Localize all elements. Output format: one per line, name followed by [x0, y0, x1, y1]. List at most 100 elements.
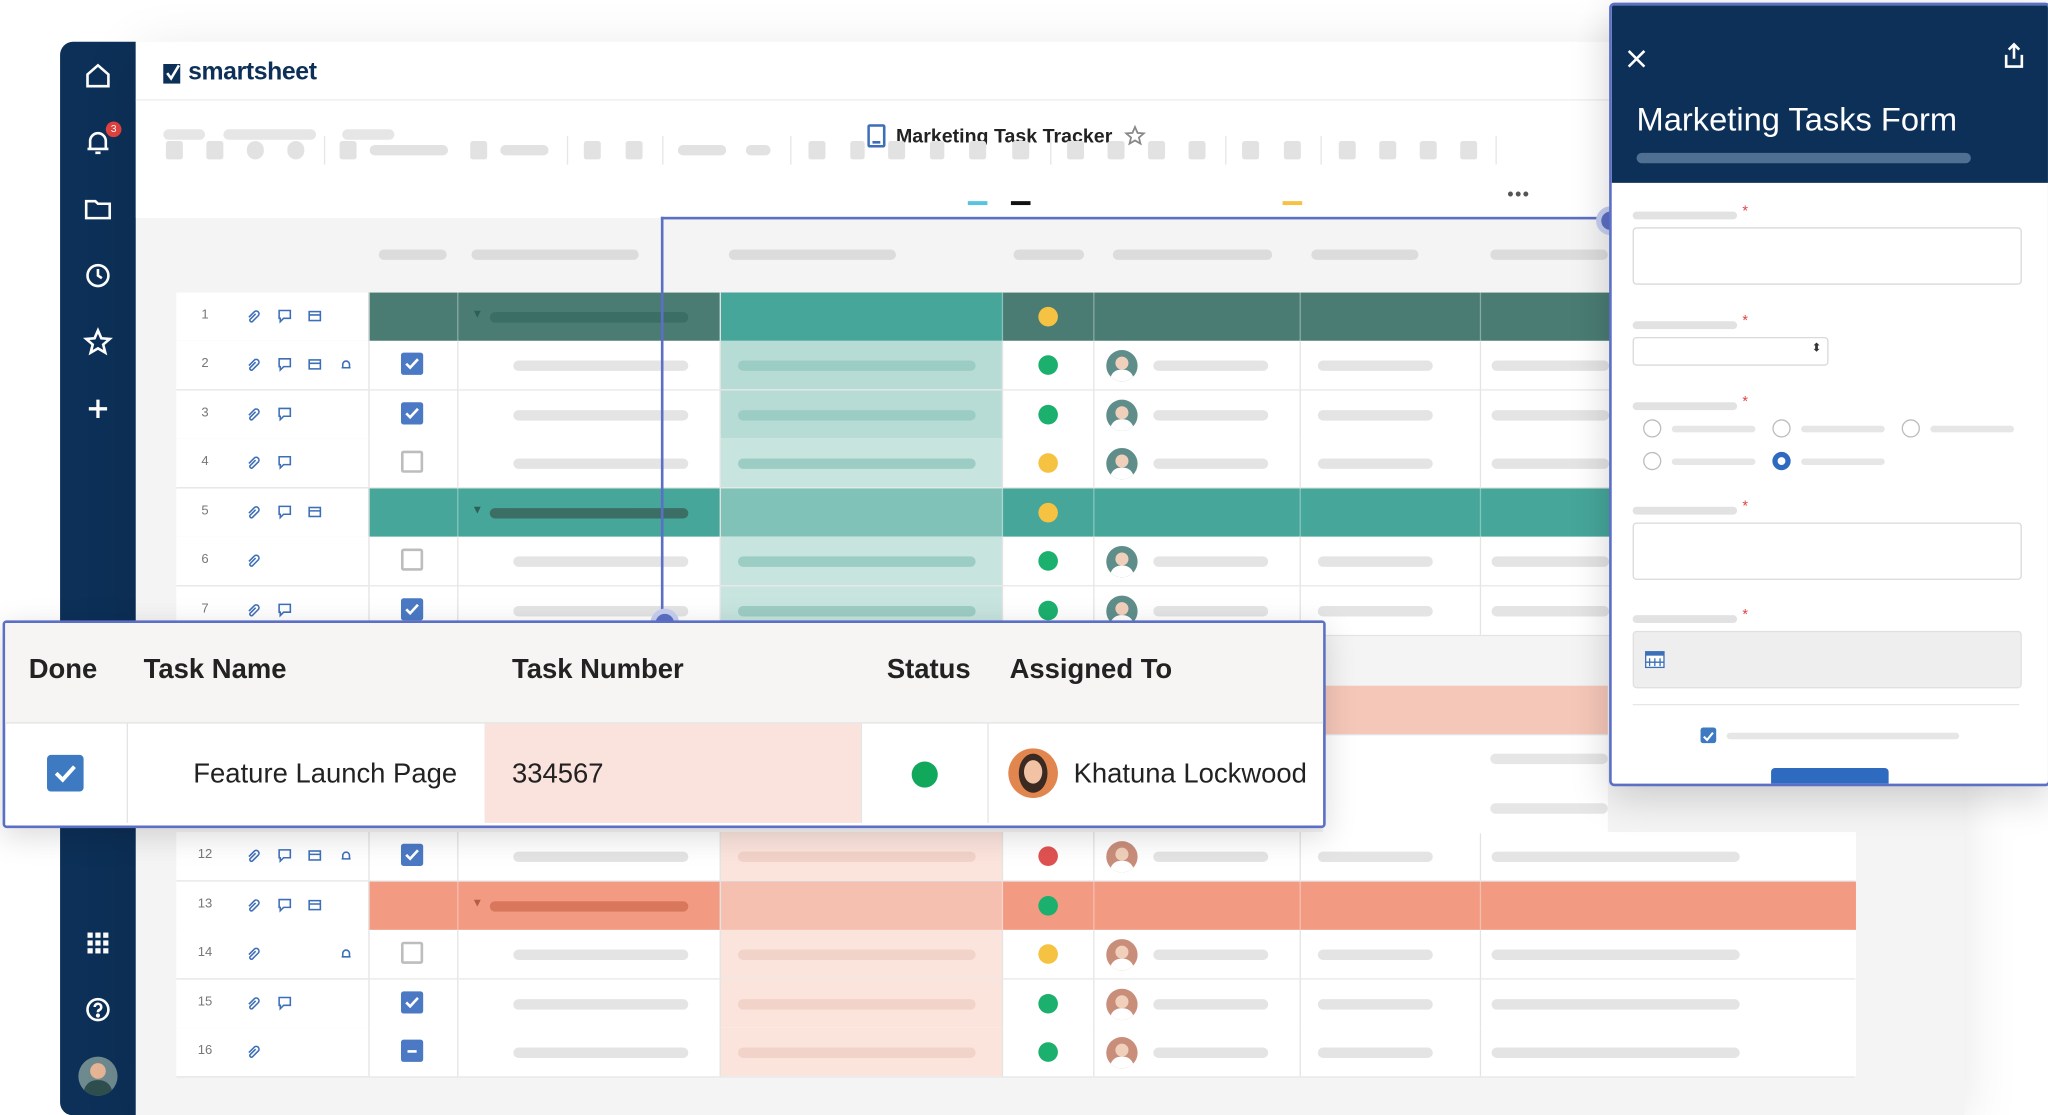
status-yellow-dot[interactable]	[1038, 502, 1058, 523]
proof-icon[interactable]	[306, 504, 324, 520]
task-number-placeholder[interactable]	[737, 1047, 976, 1058]
toolbar-button[interactable]	[808, 141, 826, 160]
table-row[interactable]: 4	[176, 438, 1855, 489]
task-number-placeholder[interactable]	[737, 360, 976, 371]
row-number[interactable]: 5	[189, 504, 220, 518]
task-number-cell[interactable]	[719, 488, 1004, 537]
toolbar-button[interactable]	[206, 141, 224, 160]
comment-icon[interactable]	[276, 504, 294, 520]
text-field[interactable]	[1632, 227, 2022, 285]
toolbar-button[interactable]	[1188, 141, 1206, 160]
radio-option[interactable]	[1901, 419, 1920, 438]
comment-icon[interactable]	[276, 406, 294, 422]
toolbar-button[interactable]	[287, 141, 305, 160]
star-icon[interactable]	[82, 327, 113, 358]
task-name-placeholder[interactable]	[513, 851, 689, 863]
attach-icon[interactable]	[244, 406, 262, 422]
done-checkbox[interactable]	[400, 991, 424, 1014]
attach-icon[interactable]	[244, 897, 262, 913]
row-number[interactable]: 15	[189, 995, 220, 1009]
row-number[interactable]: 6	[189, 552, 220, 566]
task-number-placeholder[interactable]	[737, 999, 976, 1010]
done-checkbox[interactable]	[400, 598, 424, 621]
task-name-placeholder[interactable]	[513, 999, 689, 1010]
status-green-dot[interactable]	[1038, 600, 1058, 621]
proof-icon[interactable]	[306, 848, 324, 864]
radio-option[interactable]	[1643, 419, 1662, 438]
task-name-placeholder[interactable]	[489, 901, 689, 912]
status-green-dot[interactable]	[911, 761, 938, 788]
reminder-icon[interactable]	[337, 946, 355, 962]
task-number-value[interactable]: 334567	[512, 759, 604, 790]
task-name-placeholder[interactable]	[489, 508, 689, 519]
attach-icon[interactable]	[244, 357, 262, 373]
table-row[interactable]: 6	[176, 536, 1855, 587]
done-checkbox[interactable]	[400, 548, 424, 571]
row-number[interactable]: 14	[189, 946, 220, 960]
table-row[interactable]: 5 ▼	[176, 488, 1855, 539]
date-field[interactable]	[1632, 630, 2022, 689]
attach-icon[interactable]	[244, 1044, 262, 1060]
status-yellow-dot[interactable]	[1038, 306, 1058, 327]
toolbar-dropdown[interactable]	[677, 144, 727, 156]
radio-option[interactable]	[1772, 419, 1791, 438]
attach-icon[interactable]	[244, 848, 262, 864]
collapse-arrow-icon[interactable]: ▼	[472, 307, 484, 320]
fill-color-button[interactable]	[1012, 141, 1030, 160]
task-number-placeholder[interactable]	[737, 606, 976, 617]
calendar-icon[interactable]	[1644, 650, 1665, 669]
toolbar-button[interactable]	[1107, 141, 1125, 160]
row-number[interactable]: 12	[189, 848, 220, 862]
status-green-dot[interactable]	[1038, 404, 1058, 425]
done-checkbox[interactable]	[400, 941, 424, 964]
collapse-arrow-icon[interactable]: ▼	[472, 896, 484, 909]
toolbar-button[interactable]	[625, 141, 643, 160]
attach-icon[interactable]	[244, 455, 262, 471]
toolbar-button[interactable]	[1338, 141, 1356, 160]
home-icon[interactable]	[82, 60, 113, 91]
comment-icon[interactable]	[276, 897, 294, 913]
toolbar-button[interactable]	[1067, 141, 1085, 160]
text-field[interactable]	[1632, 522, 2022, 580]
table-row[interactable]: 1 ▼	[176, 292, 1855, 343]
done-checkbox[interactable]	[400, 450, 424, 473]
done-checkbox[interactable]	[400, 1039, 424, 1062]
row-number[interactable]: 16	[189, 1044, 220, 1058]
favorite-star-icon[interactable]	[1123, 124, 1147, 148]
attach-icon[interactable]	[244, 308, 262, 324]
more-options-icon[interactable]: •••	[1507, 184, 1530, 202]
toolbar-button[interactable]	[339, 141, 357, 160]
row-number[interactable]: 13	[189, 897, 220, 911]
comment-icon[interactable]	[276, 995, 294, 1011]
submit-button[interactable]	[1771, 767, 1889, 784]
status-yellow-dot[interactable]	[1038, 944, 1058, 964]
user-avatar[interactable]	[78, 1056, 118, 1096]
attach-icon[interactable]	[244, 946, 262, 962]
breadcrumb-placeholder[interactable]	[163, 129, 206, 140]
comment-icon[interactable]	[276, 357, 294, 373]
attach-icon[interactable]	[244, 602, 262, 618]
done-checkbox[interactable]	[47, 754, 84, 792]
apps-grid-icon[interactable]	[82, 927, 113, 958]
clock-icon[interactable]	[82, 260, 113, 291]
radio-option[interactable]	[1643, 451, 1662, 471]
toolbar-button[interactable]	[1419, 141, 1437, 160]
toolbar-dropdown[interactable]	[369, 144, 448, 156]
toolbar-button[interactable]	[1460, 141, 1478, 160]
status-green-dot[interactable]	[1038, 1042, 1058, 1062]
plus-icon[interactable]	[82, 393, 113, 424]
done-checkbox[interactable]	[400, 402, 424, 425]
breadcrumb-placeholder[interactable]	[342, 129, 395, 140]
task-number-placeholder[interactable]	[737, 949, 976, 960]
status-green-dot[interactable]	[1038, 993, 1058, 1014]
toolbar-button[interactable]	[929, 141, 945, 160]
proof-icon[interactable]	[306, 897, 324, 913]
assignee-name[interactable]: Khatuna Lockwood	[1074, 759, 1307, 790]
column-header[interactable]	[1490, 249, 1608, 260]
reminder-icon[interactable]	[337, 848, 355, 864]
toolbar-button[interactable]	[470, 141, 488, 160]
table-row[interactable]: 3	[176, 390, 1855, 441]
attach-icon[interactable]	[244, 995, 262, 1011]
toolbar-button[interactable]	[850, 141, 865, 160]
column-header[interactable]	[471, 249, 639, 260]
